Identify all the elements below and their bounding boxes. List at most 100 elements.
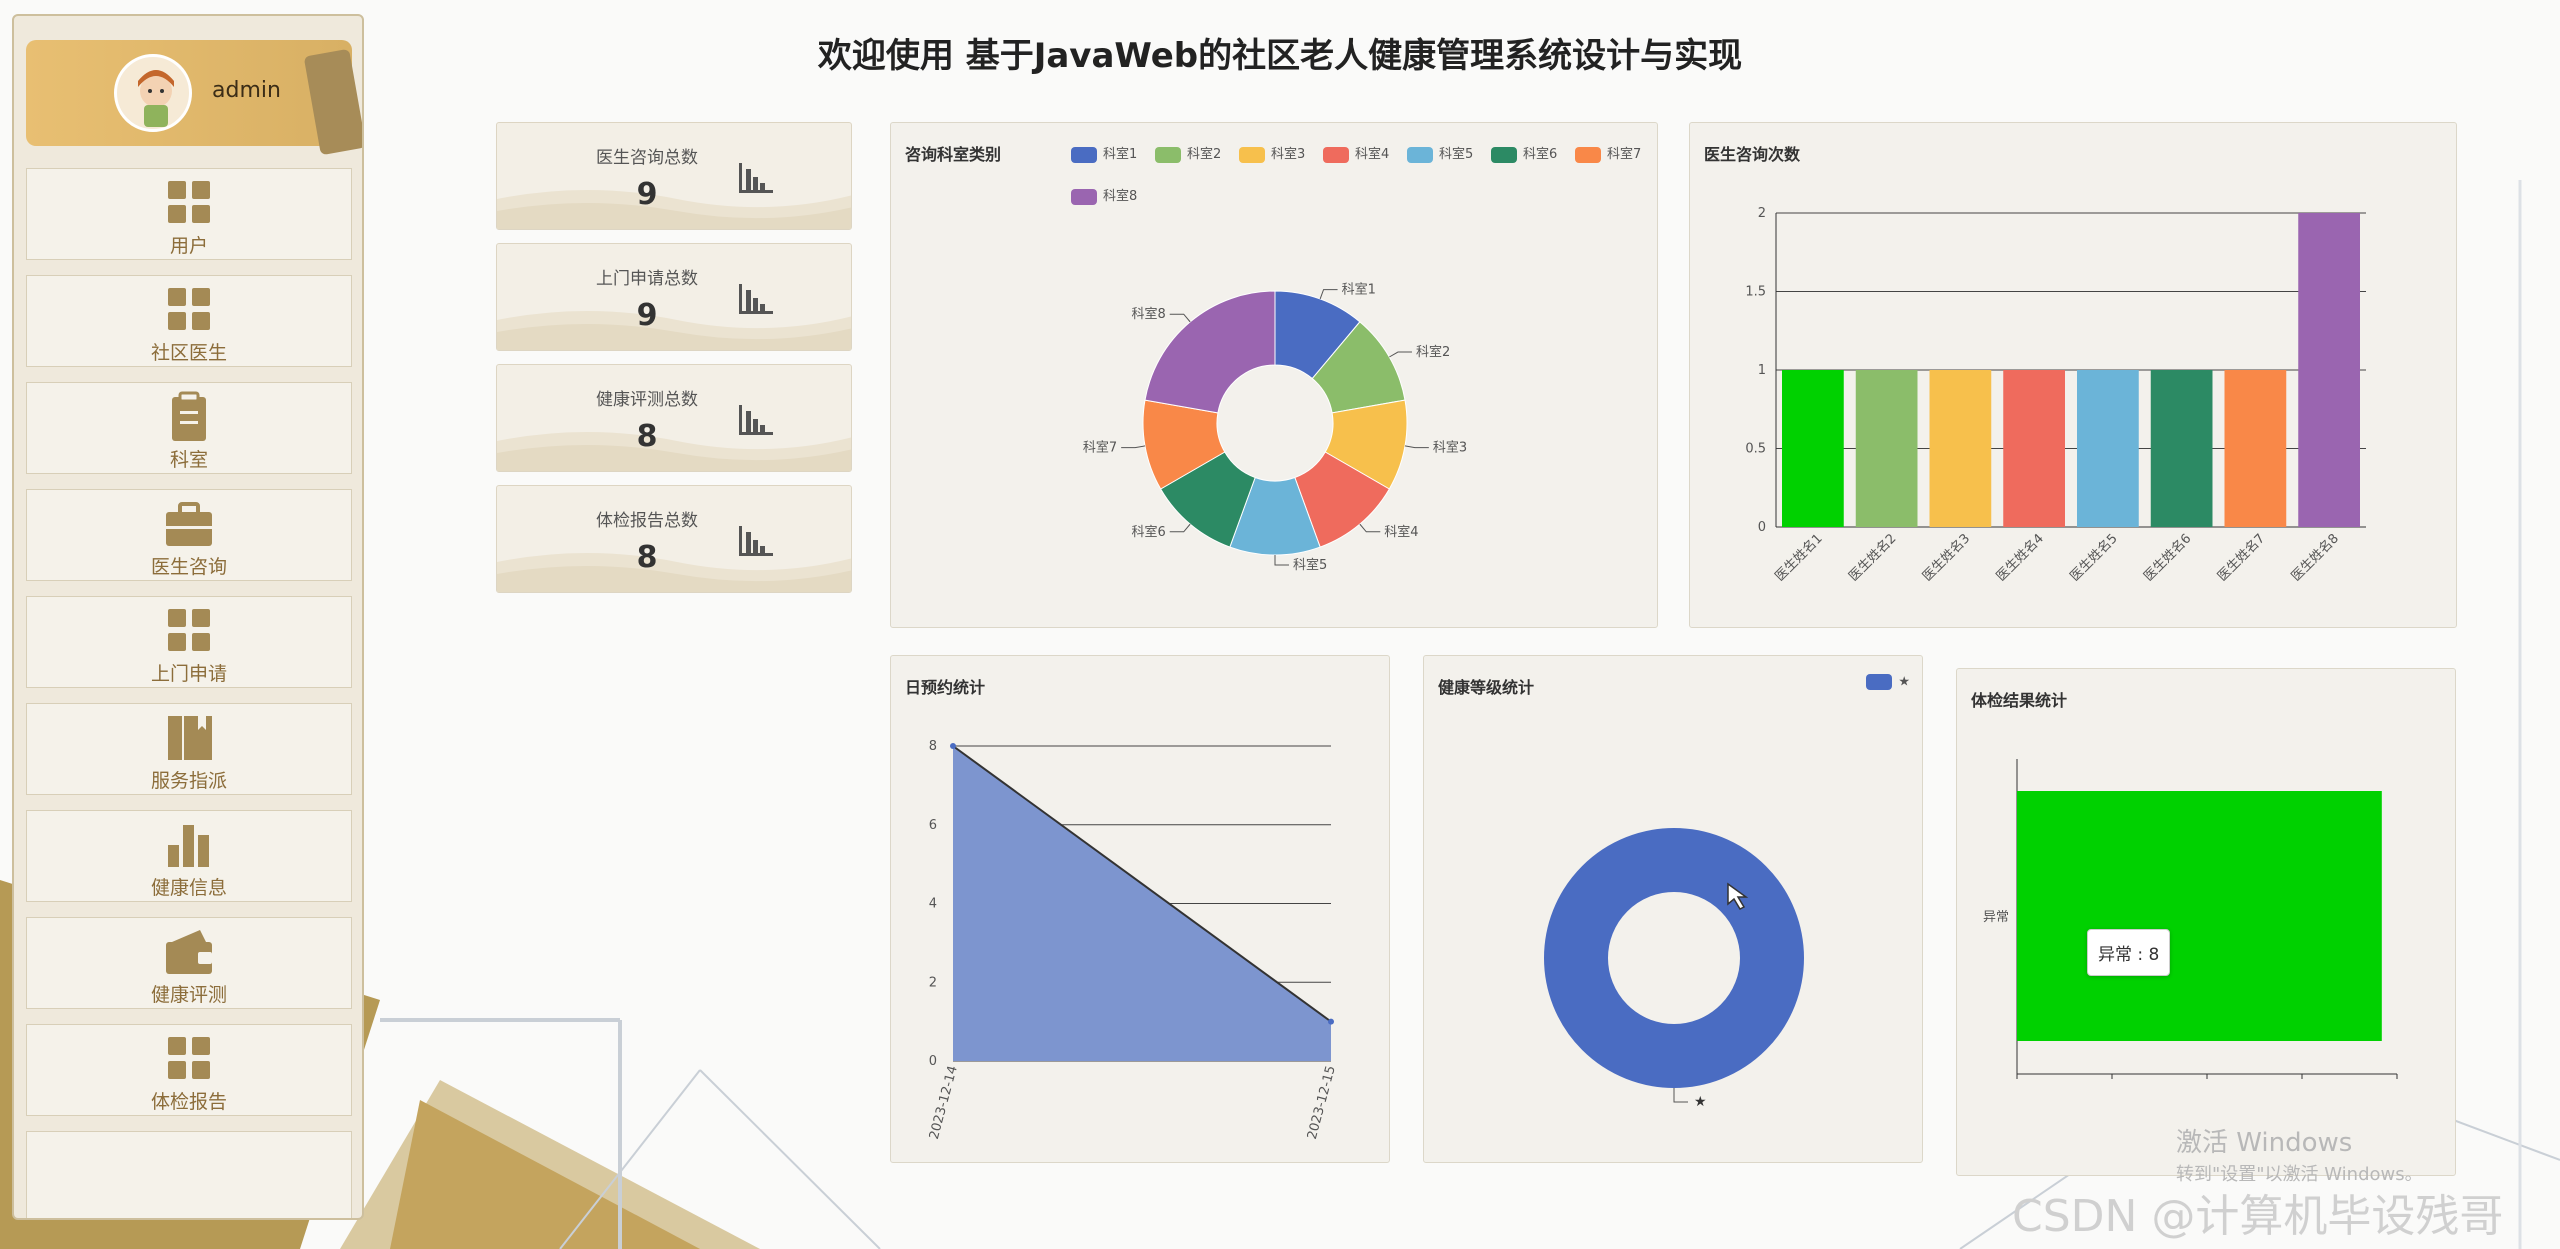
chart-tooltip: 异常 : 8: [2087, 929, 2171, 976]
data-point: [950, 743, 956, 749]
book-icon: [168, 716, 212, 760]
briefcase-icon: [166, 502, 212, 546]
sidebar-item-label: 社区医生: [150, 342, 227, 364]
x-tick-label: 医生姓名6: [2141, 531, 2195, 585]
sidebar-item-partial[interactable]: [26, 1131, 352, 1218]
health-level-panel: 健康等级统计 ★ ★: [1423, 655, 1923, 1163]
csdn-watermark: CSDN @计算机毕设残哥: [2012, 1191, 2504, 1242]
exam-result-bar-chart: 异常: [1983, 759, 2398, 1079]
x-tick-label: 医生姓名1: [1772, 531, 1826, 585]
y-tick-label: 8: [929, 739, 937, 754]
profile-tab-decoration: [303, 48, 362, 156]
sidebar-item[interactable]: 健康信息: [26, 810, 352, 902]
pie-leader-line: [1169, 313, 1191, 323]
page-title: 欢迎使用 基于JavaWeb的社区老人健康管理系统设计与实现: [817, 36, 1743, 76]
sidebar-item-label: 体检报告: [150, 1091, 227, 1113]
bar: [2298, 213, 2360, 527]
clipboard-icon: [172, 391, 206, 441]
grid-icon: [168, 609, 210, 651]
bar-chart-icon: [739, 405, 773, 435]
pie-slice-label: 科室8: [1131, 306, 1165, 322]
bar: [2224, 370, 2287, 527]
y-tick-label: 2: [1758, 206, 1766, 221]
y-tick-label: 0: [929, 1054, 937, 1069]
bar-chart-icon: [739, 163, 773, 193]
stat-card: 医生咨询总数 9: [496, 122, 852, 230]
wallet-icon: [166, 930, 212, 974]
stat-card: 健康评测总数 8: [496, 364, 852, 472]
donut-slice: [1544, 828, 1804, 1088]
sidebar-item-label: 健康评测: [150, 984, 227, 1006]
y-tick-label: 1: [1758, 363, 1766, 378]
grid-icon: [168, 1037, 210, 1079]
sidebar-item[interactable]: 社区医生: [26, 275, 352, 367]
daily-appointment-area-chart: 0 2 4 6 8 2023-12-14 2023-12-15: [927, 739, 1339, 1141]
pie-leader-line: [1404, 445, 1429, 449]
x-tick-label: 医生姓名5: [2067, 531, 2121, 585]
pie-leader-line: [1121, 445, 1146, 449]
pie-slice-label: 科室1: [1342, 282, 1376, 298]
x-tick-label: 医生姓名8: [2288, 531, 2342, 585]
pie-slice-label: 科室5: [1293, 557, 1327, 573]
pie-leader-line: [1274, 555, 1289, 566]
stat-card: 体检报告总数 8: [496, 485, 852, 593]
x-tick-label: 医生姓名2: [1846, 531, 1900, 585]
x-tick-label: 医生姓名7: [2214, 531, 2268, 585]
sidebar-item-label: 用户: [169, 235, 208, 257]
doctor-consult-bar-chart: 0 0.5 1 1.5 2 医生姓名1 医生姓名2 医生姓名3 医生姓名4 医生姓名5 医生姓名6 医…: [1745, 206, 2366, 585]
username-label: admin: [212, 78, 281, 103]
bar-chart-icon: [739, 284, 773, 314]
bar-chart-icon: [168, 825, 209, 867]
y-tick-label: 0: [1758, 520, 1766, 535]
x-tick-label: 2023-12-15: [1305, 1064, 1339, 1141]
stat-card: 上门申请总数 9: [496, 243, 852, 351]
pie-leader-line: [1319, 289, 1338, 300]
sidebar-item-label: 服务指派: [150, 770, 227, 792]
y-tick-label: 异常: [1983, 910, 2009, 925]
grid-icon: [168, 181, 210, 223]
pie-slice-label: 科室7: [1083, 440, 1117, 456]
bar: [2017, 791, 2382, 1041]
pie-leader-line: [1359, 523, 1381, 533]
avatar[interactable]: [114, 54, 192, 132]
bar: [2003, 370, 2065, 527]
bar-chart-icon: [739, 526, 773, 556]
sidebar-item[interactable]: 健康评测: [26, 917, 352, 1009]
y-tick-label: 1.5: [1745, 285, 1766, 300]
data-point: [1328, 1018, 1334, 1025]
bar: [2077, 370, 2139, 527]
bar: [1855, 370, 1918, 527]
pie-slice-label: 科室3: [1433, 440, 1467, 456]
sidebar: admin 用户社区医生科室医生咨询上门申请服务指派健康信息健康评测体检报告: [12, 14, 364, 1220]
sidebar-item[interactable]: 上门申请: [26, 596, 352, 688]
sidebar-item[interactable]: 服务指派: [26, 703, 352, 795]
x-tick-label: 2023-12-14: [927, 1064, 961, 1141]
x-tick-label: 医生姓名4: [1993, 531, 2047, 585]
y-tick-label: 6: [929, 818, 937, 833]
bar: [1929, 370, 1992, 527]
sidebar-item[interactable]: 体检报告: [26, 1024, 352, 1116]
health-level-donut-chart: ★: [1544, 828, 1804, 1110]
daily-appointment-panel: 日预约统计 0 2 4 6 8 2023-12-14 2023-12-15: [890, 655, 1390, 1163]
sidebar-item[interactable]: 科室: [26, 382, 352, 474]
x-tick-label: 医生姓名3: [1919, 531, 1973, 585]
pie-leader-line: [1169, 523, 1191, 533]
bar: [2150, 370, 2213, 527]
windows-activation-title: 激活 Windows: [2176, 1128, 2353, 1158]
y-tick-label: 4: [929, 897, 937, 912]
doctor-consult-panel: 医生咨询次数 0 0.5 1 1.5 2 医生姓名1 医生姓名2 医生姓名3 医生姓名4 医生姓名…: [1689, 122, 2457, 628]
pie-leader-line: [1389, 351, 1412, 358]
sidebar-item[interactable]: 医生咨询: [26, 489, 352, 581]
pie-slice-label: 科室2: [1416, 344, 1450, 360]
grid-icon: [168, 288, 210, 330]
y-tick-label: 2: [929, 975, 937, 990]
user-profile[interactable]: admin: [26, 40, 362, 156]
donut-leader-line: [1673, 1088, 1688, 1103]
sidebar-item-label: 医生咨询: [150, 556, 227, 578]
pie-slice-label: 科室4: [1384, 524, 1418, 540]
pie-slice-label: 科室6: [1131, 524, 1165, 540]
sidebar-item[interactable]: 用户: [26, 168, 352, 260]
y-tick-label: 0.5: [1745, 442, 1766, 457]
department-pie-chart: 科室1 科室2 科室3 科室4 科室5 科室6 科室7 科室8: [1083, 282, 1467, 573]
sidebar-item-label: 上门申请: [150, 663, 227, 685]
